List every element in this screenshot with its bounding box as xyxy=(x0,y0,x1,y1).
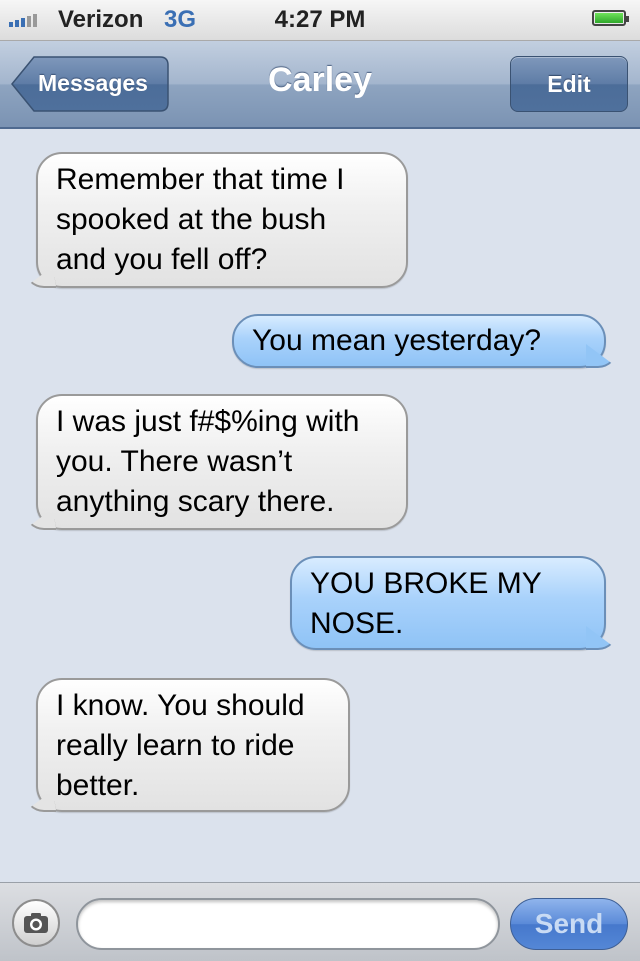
bubble-tail xyxy=(586,344,618,368)
message-line: I was just f#$%ing with xyxy=(56,405,360,438)
bubble-tail xyxy=(24,506,56,530)
incoming-message: Remember that time I spooked at the bush… xyxy=(24,152,408,288)
message-line: I know. You should xyxy=(56,689,305,722)
compose-bar: Send xyxy=(0,882,640,961)
navigation-bar: Messages Carley Edit xyxy=(0,41,640,129)
outgoing-message: You mean yesterday? xyxy=(232,314,618,368)
message-line: YOU BROKE MY xyxy=(310,567,542,600)
bubble-tail xyxy=(586,626,618,650)
message-line: you. There wasn’t xyxy=(56,445,293,478)
incoming-message: I know. You should really learn to ride … xyxy=(24,678,350,812)
send-button[interactable]: Send xyxy=(510,898,628,950)
message-line: anything scary there. xyxy=(56,485,335,518)
bubble-tail xyxy=(24,264,56,288)
incoming-message: I was just f#$%ing with you. There wasn’… xyxy=(24,394,408,530)
message-line: You mean yesterday? xyxy=(252,324,542,357)
message-line: really learn to ride xyxy=(56,729,295,762)
camera-button[interactable] xyxy=(12,899,60,947)
status-bar: Verizon 3G 4:27 PM xyxy=(0,0,640,41)
status-time: 4:27 PM xyxy=(274,6,366,33)
message-input[interactable] xyxy=(76,898,500,950)
outgoing-message: YOU BROKE MY NOSE. xyxy=(290,556,618,650)
edit-button[interactable]: Edit xyxy=(510,56,628,112)
bubble-tail xyxy=(24,788,56,812)
camera-icon xyxy=(24,913,48,933)
message-line: spooked at the bush xyxy=(56,203,327,236)
message-line: and you fell off? xyxy=(56,243,268,276)
message-line: better. xyxy=(56,769,140,802)
battery-icon xyxy=(592,10,629,26)
message-line: NOSE. xyxy=(310,607,404,640)
message-line: Remember that time I xyxy=(56,163,345,196)
